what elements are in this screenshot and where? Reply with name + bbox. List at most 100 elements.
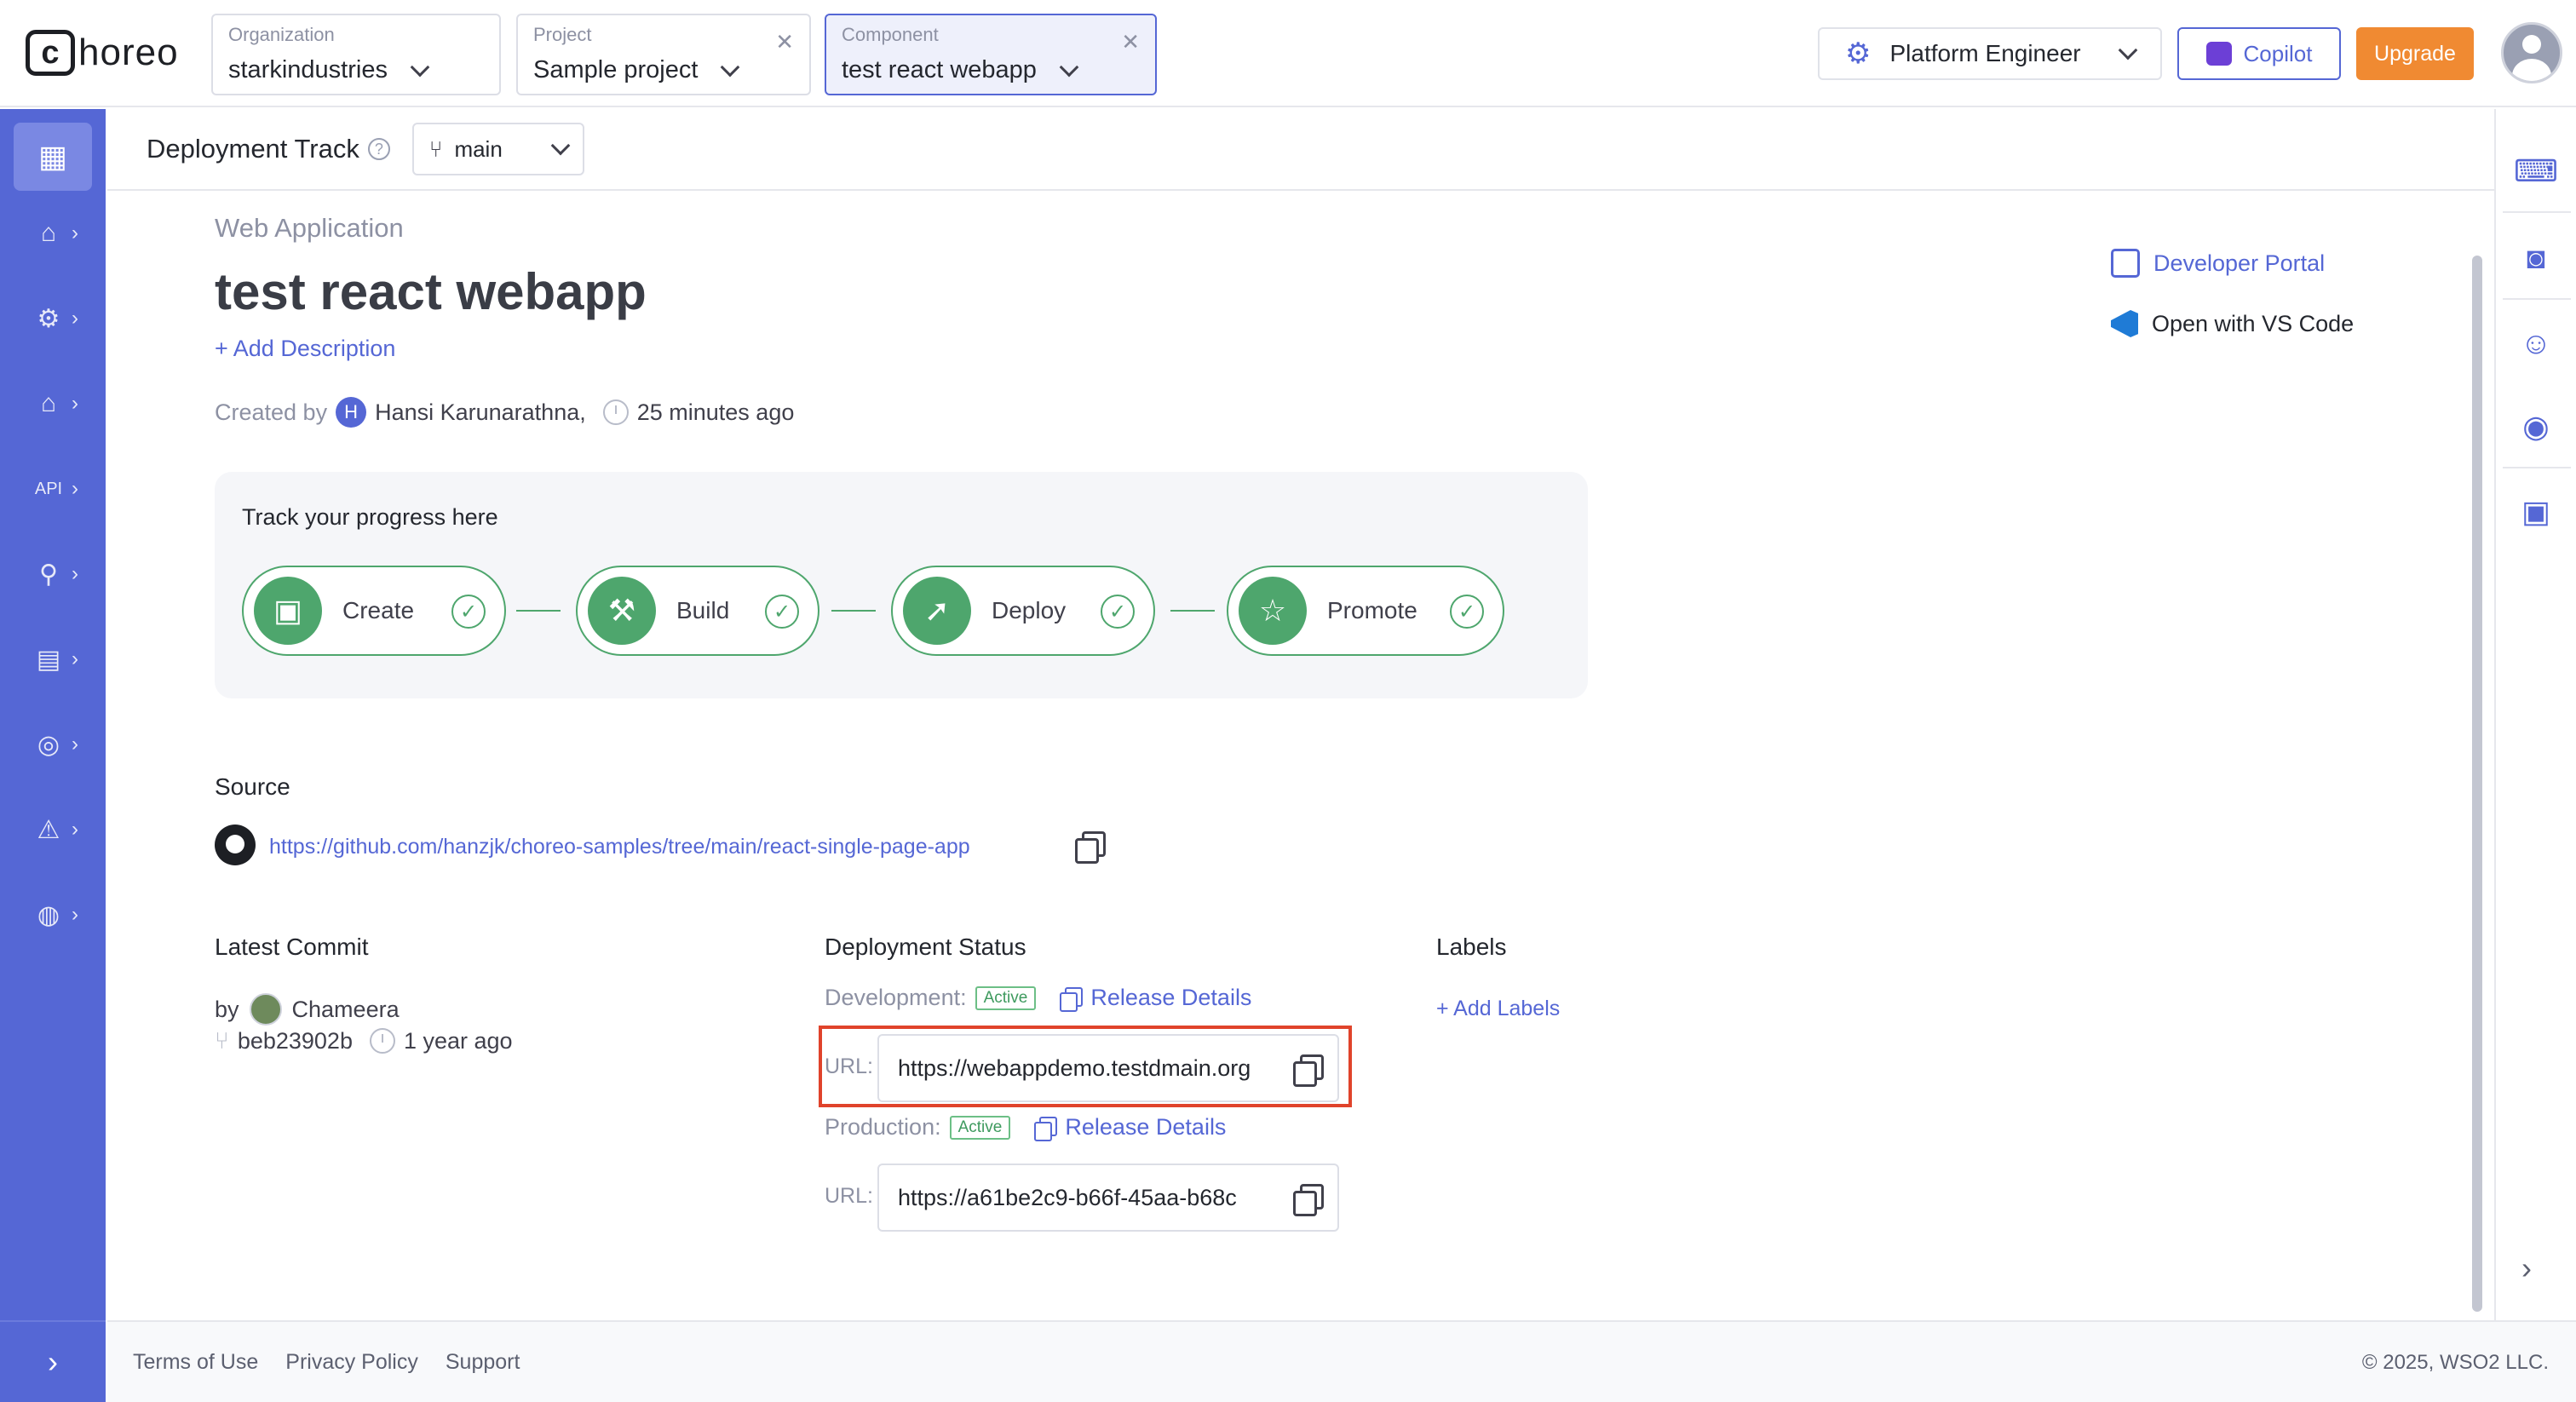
sidebar-item-insights[interactable]: ◍ › xyxy=(14,881,92,949)
release-details-link[interactable]: Release Details xyxy=(1034,1114,1226,1141)
deployment-status-title: Deployment Status xyxy=(825,934,1026,960)
chevron-down-icon xyxy=(1059,57,1079,77)
branch-selector[interactable]: ⑂ main xyxy=(411,123,584,175)
marketplace-icon[interactable]: ◙ xyxy=(2516,238,2556,278)
help-icon[interactable]: ? xyxy=(367,138,390,160)
scrollbar[interactable] xyxy=(2472,256,2482,1312)
deploy-icon: ⌂ xyxy=(40,389,57,417)
organization-selector[interactable]: Organization starkindustries xyxy=(211,14,501,95)
add-labels-link[interactable]: + Add Labels xyxy=(1436,997,1560,1021)
commit-icon: ⑂ xyxy=(215,1027,229,1054)
github-icon xyxy=(215,825,256,865)
star-icon: ☆ xyxy=(1239,577,1307,645)
commit-hash: beb23902b xyxy=(237,1027,353,1054)
step-build[interactable]: ⚒ Build ✓ xyxy=(576,566,819,656)
step-promote[interactable]: ☆ Promote ✓ xyxy=(1227,566,1504,656)
copy-icon[interactable] xyxy=(1075,831,1106,864)
vscode-icon xyxy=(2111,310,2138,337)
step-create[interactable]: ▣ Create ✓ xyxy=(242,566,506,656)
env-production-row: Production: Active Release Details xyxy=(825,1114,1226,1141)
component-label: Component xyxy=(842,24,939,45)
latest-commit-title: Latest Commit xyxy=(215,934,369,960)
component-kind: Web Application xyxy=(215,213,404,243)
prod-url-field[interactable]: https://a61be2c9-b66f-45aa-b68c xyxy=(877,1164,1339,1232)
progress-card: Track your progress here ▣ Create ✓ ⚒ Bu… xyxy=(215,472,1588,698)
close-icon[interactable]: ✕ xyxy=(775,29,794,55)
discord-icon[interactable]: ◉ xyxy=(2516,407,2556,446)
check-icon: ✓ xyxy=(451,595,486,629)
add-description-link[interactable]: + Add Description xyxy=(215,336,395,362)
copy-icon[interactable] xyxy=(1293,1184,1324,1216)
chevron-right-icon: › xyxy=(72,647,78,670)
source-title: Source xyxy=(215,773,290,800)
chevron-down-icon xyxy=(550,135,571,156)
chevron-right-icon: › xyxy=(48,1344,58,1379)
branch-icon: ⑂ xyxy=(428,135,443,162)
created-time: 25 minutes ago xyxy=(636,399,795,425)
sidebar-item-observability[interactable]: ◎ › xyxy=(14,710,92,779)
release-details-link[interactable]: Release Details xyxy=(1060,985,1251,1012)
api-icon: API xyxy=(34,479,63,498)
support-chat-icon[interactable]: ☺ xyxy=(2516,324,2556,363)
sidebar-item-overview[interactable]: ▦ xyxy=(14,123,92,191)
deployment-track-bar: Deployment Track ? ⑂ main xyxy=(107,109,2494,191)
chevron-down-icon xyxy=(410,57,430,77)
chevron-right-icon: › xyxy=(72,562,78,585)
copilot-label: Copilot xyxy=(2243,40,2313,66)
insights-icon: ◍ xyxy=(37,900,60,929)
top-bar: c horeo Organization starkindustries Pro… xyxy=(0,0,2576,107)
logo-text: horeo xyxy=(78,32,179,73)
copilot-button[interactable]: Copilot xyxy=(2177,27,2341,80)
open-vscode-link[interactable]: Open with VS Code xyxy=(2111,310,2354,337)
external-link-icon xyxy=(2111,249,2140,278)
component-value: test react webapp xyxy=(842,56,1037,83)
plus-icon: + xyxy=(1436,997,1454,1020)
privacy-link[interactable]: Privacy Policy xyxy=(285,1350,418,1375)
highlight-box xyxy=(819,1026,1352,1107)
logo-mark: c xyxy=(26,30,75,76)
role-selector[interactable]: ⚙ Platform Engineer xyxy=(1818,27,2162,80)
user-avatar[interactable] xyxy=(2501,22,2562,83)
chevron-down-icon xyxy=(2118,40,2138,60)
support-link[interactable]: Support xyxy=(446,1350,520,1375)
release-icon xyxy=(1034,1116,1058,1141)
sidebar-item-api[interactable]: API › xyxy=(14,455,92,523)
close-icon[interactable]: ✕ xyxy=(1121,29,1140,55)
created-by-label: Created by xyxy=(215,399,328,425)
author-avatar: H xyxy=(336,397,367,428)
project-selector[interactable]: Project Sample project ✕ xyxy=(516,14,811,95)
check-icon: ✓ xyxy=(1101,595,1135,629)
step-deploy[interactable]: ➚ Deploy ✓ xyxy=(891,566,1155,656)
organization-value: starkindustries xyxy=(228,56,388,83)
commit-author-name: Chameera xyxy=(291,996,400,1022)
chevron-right-icon: › xyxy=(72,221,78,244)
step-label: Promote xyxy=(1327,597,1417,623)
choreo-docs-icon[interactable]: ▣ xyxy=(2516,492,2556,531)
check-icon: ✓ xyxy=(1450,595,1484,629)
chevron-right-icon: › xyxy=(72,733,78,756)
rocket-icon: ➚ xyxy=(903,577,971,645)
choreo-logo[interactable]: c horeo xyxy=(26,29,179,77)
code-server-icon[interactable]: ⌨ xyxy=(2514,152,2558,191)
status-badge: Active xyxy=(949,1115,1011,1140)
sidebar-item-alerts[interactable]: ⚠ › xyxy=(14,796,92,864)
env-development-row: Development: Active Release Details xyxy=(825,985,1251,1012)
component-selector[interactable]: Component test react webapp ✕ xyxy=(825,14,1157,95)
sidebar-item-dependencies[interactable]: ⚲ › xyxy=(14,540,92,608)
sidebar-expand-button[interactable]: › xyxy=(0,1320,106,1402)
developer-portal-link[interactable]: Developer Portal xyxy=(2111,249,2325,278)
source-repo-link[interactable]: https://github.com/hanzjk/choreo-samples… xyxy=(269,835,970,859)
terms-link[interactable]: Terms of Use xyxy=(133,1350,258,1375)
sidebar-item-develop[interactable]: ⌂ › xyxy=(14,199,92,267)
sidebar-item-test[interactable]: ▤ › xyxy=(14,625,92,693)
step-label: Create xyxy=(342,597,415,623)
step-label: Build xyxy=(676,597,730,623)
open-vscode-label: Open with VS Code xyxy=(2152,310,2355,336)
chevron-right-icon: › xyxy=(72,392,78,415)
sidebar-item-deploy[interactable]: ⌂ › xyxy=(14,370,92,438)
step-connector xyxy=(1170,610,1215,612)
chevron-right-icon[interactable]: › xyxy=(2521,1250,2532,1286)
upgrade-button[interactable]: Upgrade xyxy=(2356,27,2474,80)
sidebar-item-settings[interactable]: ⚙ › xyxy=(14,284,92,353)
create-icon: ▣ xyxy=(254,577,322,645)
